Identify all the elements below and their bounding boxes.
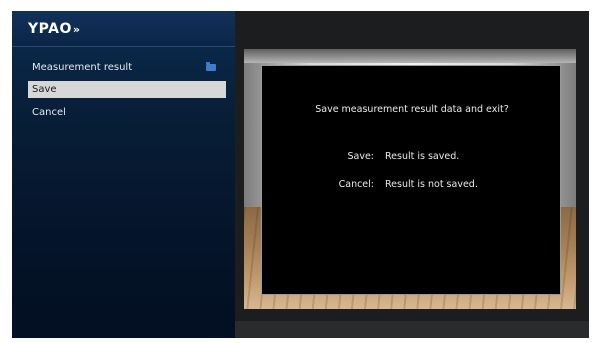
logo-text: YPAO [28, 21, 72, 37]
option-cancel-desc: Result is not saved. [385, 179, 478, 190]
confirm-dialog: Save measurement result data and exit? S… [261, 65, 561, 295]
ypao-logo: YPAO» [28, 21, 80, 37]
dialog-option-save: Save: Result is saved. [262, 150, 562, 164]
option-save-desc: Result is saved. [385, 151, 460, 162]
bottom-strip [235, 321, 589, 338]
option-save-key: Save: [347, 151, 374, 162]
menu-header-label: Measurement result [32, 62, 133, 73]
menu-item-cancel-label: Cancel [32, 107, 66, 118]
screen: YPAO» Measurement result Save Cancel Sav… [12, 11, 589, 338]
menu-header-measurement-result: Measurement result [28, 59, 226, 76]
menu-item-cancel[interactable]: Cancel [28, 104, 226, 121]
menu-item-save-label: Save [32, 84, 57, 95]
logo-bar: YPAO» [12, 11, 235, 47]
logo-mark: » [72, 23, 80, 36]
room-preview: Save measurement result data and exit? S… [244, 49, 576, 309]
option-cancel-key: Cancel: [338, 179, 374, 190]
folder-icon [206, 62, 216, 71]
menu-item-save[interactable]: Save [28, 81, 226, 98]
dialog-title: Save measurement result data and exit? [315, 104, 509, 115]
dialog-option-cancel: Cancel: Result is not saved. [262, 178, 562, 192]
sidebar-menu: YPAO» Measurement result Save Cancel [12, 11, 235, 338]
room-ceiling [244, 49, 576, 63]
